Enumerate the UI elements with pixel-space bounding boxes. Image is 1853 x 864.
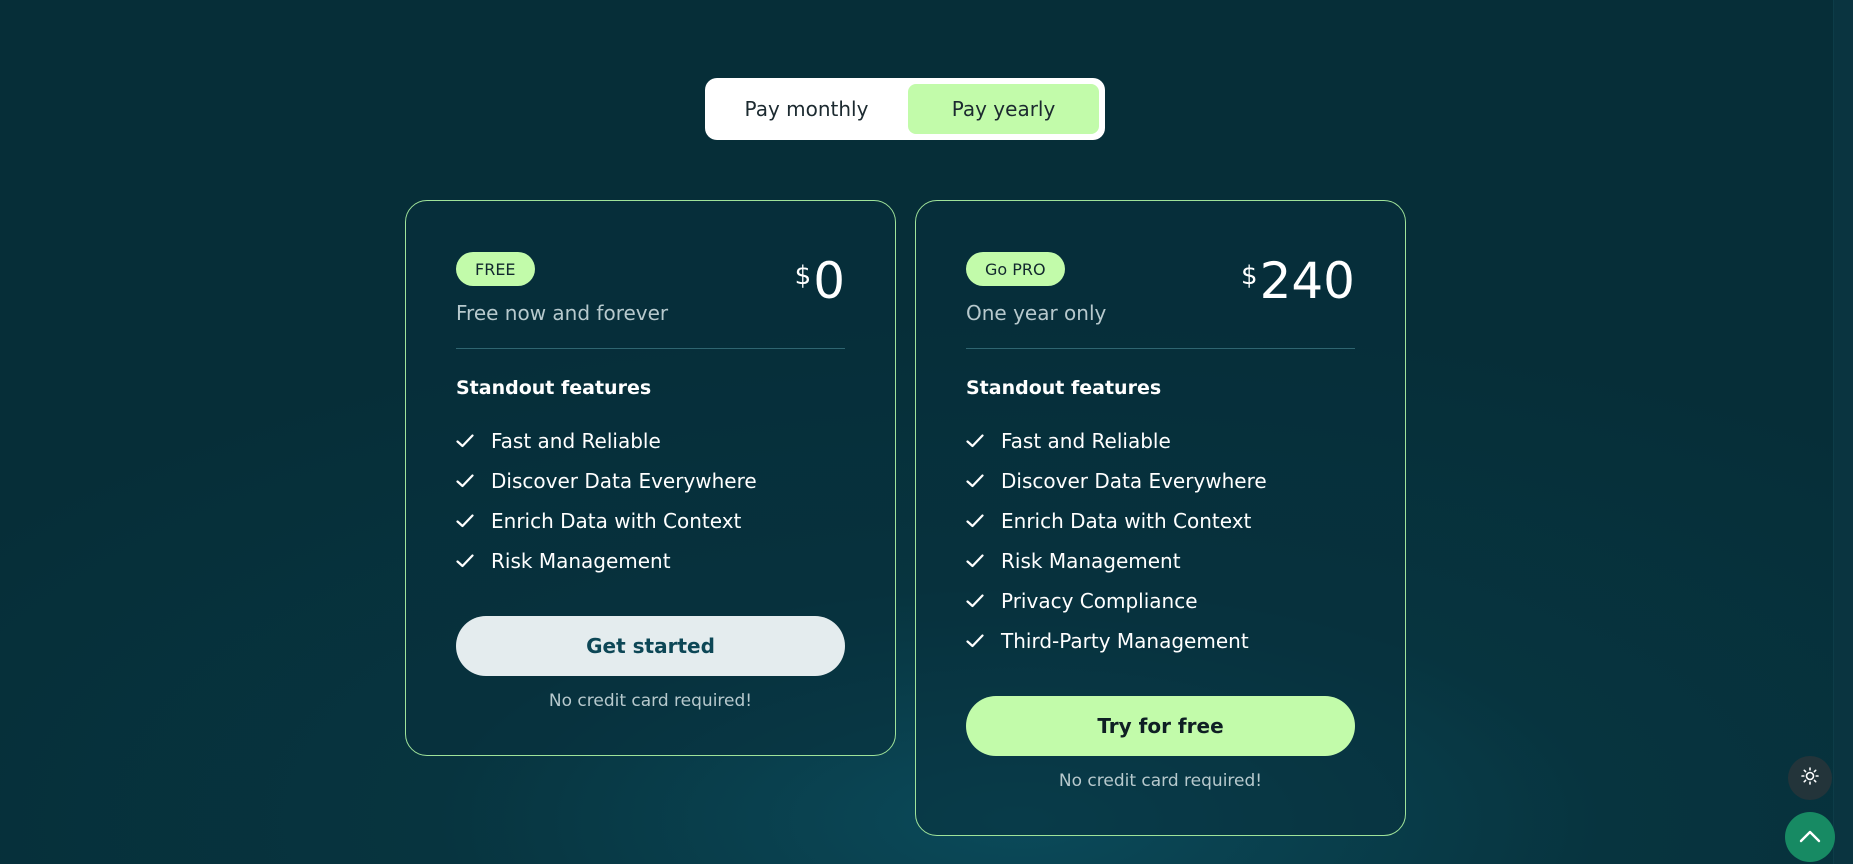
feature-item: Privacy Compliance <box>966 581 1355 621</box>
plan-header: Go PRO One year only $ 240 <box>966 201 1355 348</box>
feature-label: Third-Party Management <box>1001 629 1249 653</box>
plan-subtitle: One year only <box>966 301 1107 325</box>
price-amount: 240 <box>1259 252 1355 310</box>
feature-item: Discover Data Everywhere <box>966 461 1355 501</box>
feature-list: Fast and Reliable Discover Data Everywhe… <box>456 421 845 581</box>
feature-label: Enrich Data with Context <box>491 509 742 533</box>
check-icon <box>966 432 984 450</box>
plan-badge: FREE <box>456 252 535 286</box>
price-amount: 0 <box>813 252 845 310</box>
check-icon <box>456 472 474 490</box>
check-icon <box>966 632 984 650</box>
plan-header: FREE Free now and forever $ 0 <box>456 201 845 348</box>
feature-label: Privacy Compliance <box>1001 589 1198 613</box>
check-icon <box>456 432 474 450</box>
plan-card-free: FREE Free now and forever $ 0 Standout f… <box>405 200 896 756</box>
feature-item: Discover Data Everywhere <box>456 461 845 501</box>
price-currency: $ <box>1241 261 1258 291</box>
feature-label: Fast and Reliable <box>1001 429 1171 453</box>
billing-toggle: Pay monthly Pay yearly <box>705 78 1105 140</box>
price-currency: $ <box>794 261 812 291</box>
theme-toggle-button[interactable] <box>1788 756 1832 800</box>
feature-label: Discover Data Everywhere <box>1001 469 1267 493</box>
features-title: Standout features <box>456 377 652 399</box>
pay-monthly-button[interactable]: Pay monthly <box>711 84 902 134</box>
feature-item: Risk Management <box>456 541 845 581</box>
feature-item: Fast and Reliable <box>456 421 845 461</box>
check-icon <box>966 512 984 530</box>
get-started-button[interactable]: Get started <box>456 616 845 676</box>
cta-note: No credit card required! <box>548 691 753 711</box>
feature-label: Risk Management <box>1001 549 1181 573</box>
pay-yearly-button[interactable]: Pay yearly <box>908 84 1099 134</box>
features-title: Standout features <box>966 377 1162 399</box>
feature-item: Fast and Reliable <box>966 421 1355 461</box>
plan-price: $ 240 <box>1241 253 1355 309</box>
check-icon <box>966 552 984 570</box>
plan-card-pro: Go PRO One year only $ 240 Standout feat… <box>915 200 1406 836</box>
check-icon <box>456 552 474 570</box>
feature-item: Risk Management <box>966 541 1355 581</box>
check-icon <box>456 512 474 530</box>
divider <box>456 348 845 349</box>
feature-label: Discover Data Everywhere <box>491 469 757 493</box>
check-icon <box>966 472 984 490</box>
sun-icon <box>1801 767 1819 789</box>
divider <box>966 348 1355 349</box>
feature-label: Risk Management <box>491 549 671 573</box>
plan-subtitle: Free now and forever <box>456 301 669 325</box>
feature-label: Fast and Reliable <box>491 429 661 453</box>
chevron-up-icon <box>1799 828 1821 847</box>
try-for-free-button[interactable]: Try for free <box>966 696 1355 756</box>
plan-price: $ 0 <box>795 253 845 309</box>
feature-item: Enrich Data with Context <box>966 501 1355 541</box>
feature-list: Fast and Reliable Discover Data Everywhe… <box>966 421 1355 661</box>
cta-note: No credit card required! <box>1058 771 1263 791</box>
page-scrollbar[interactable] <box>1833 0 1853 864</box>
plan-badge: Go PRO <box>966 252 1065 286</box>
feature-item: Third-Party Management <box>966 621 1355 661</box>
feature-label: Enrich Data with Context <box>1001 509 1252 533</box>
scroll-to-top-button[interactable] <box>1785 812 1835 862</box>
feature-item: Enrich Data with Context <box>456 501 845 541</box>
check-icon <box>966 592 984 610</box>
